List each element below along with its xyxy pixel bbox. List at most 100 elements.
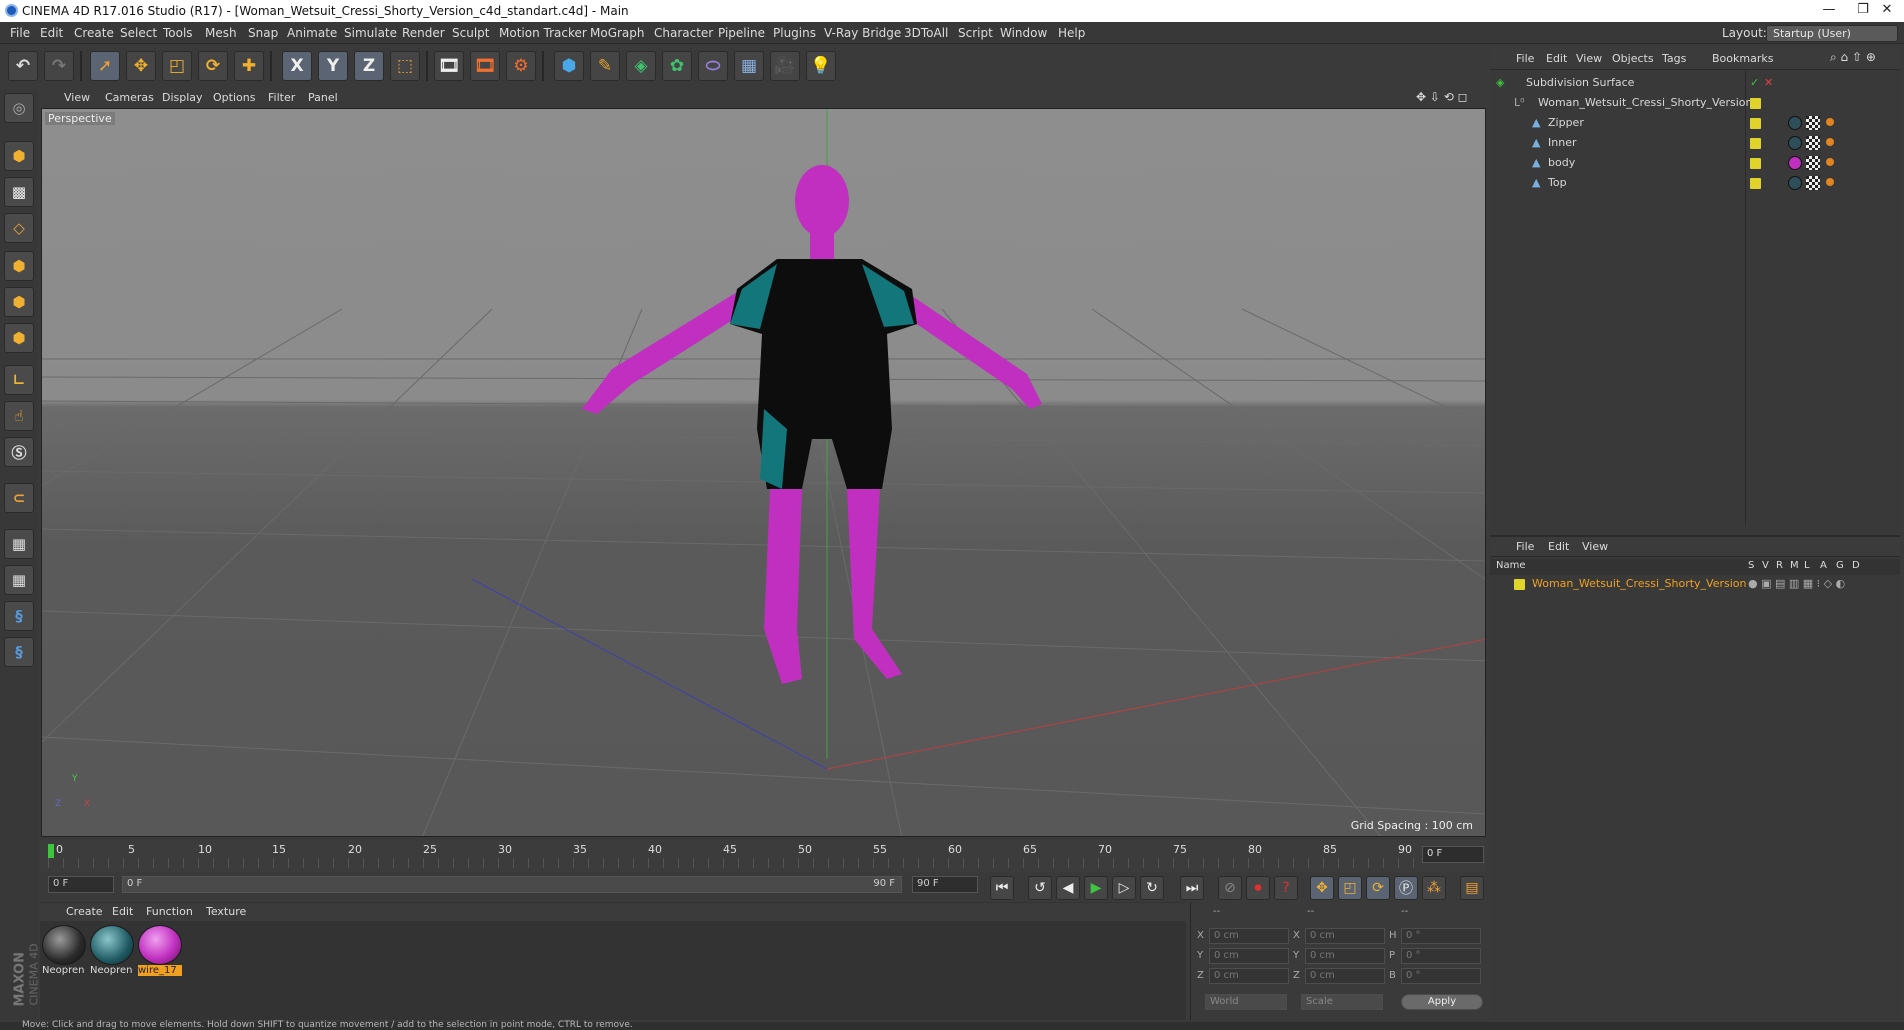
menu-window[interactable]: Window [1000, 26, 1047, 40]
material-swatch-neopren-1[interactable]: Neopren [42, 925, 86, 981]
viewport-menu-display[interactable]: Display [162, 91, 203, 104]
render-view-icon[interactable]: 🎞 [434, 51, 464, 81]
material-tag-icon[interactable] [1788, 176, 1802, 190]
close-button[interactable]: ✕ [1870, 2, 1904, 20]
size-y-field[interactable]: 0 cm [1305, 948, 1385, 964]
position-x-field[interactable]: 0 cm [1209, 928, 1289, 944]
am-menu-file[interactable]: File [1516, 540, 1534, 553]
cube-icon[interactable]: ⬢ [554, 51, 584, 81]
layer-color-swatch[interactable] [1514, 579, 1525, 590]
model-mode-icon[interactable]: ⬢ [4, 141, 34, 171]
polygons-mode-icon[interactable]: ⬢ [4, 323, 34, 353]
menu-script[interactable]: Script [958, 26, 993, 40]
om-search-icon[interactable]: ⌕ ⌂ ⇧ ⊕ [1830, 50, 1876, 65]
layer-color-tag[interactable] [1750, 158, 1761, 169]
material-menu-create[interactable]: Create [66, 905, 103, 918]
python-script-icon[interactable]: § [4, 637, 34, 667]
uvw-tag-icon[interactable] [1806, 136, 1820, 150]
frame-range-slider[interactable]: 0 F 90 F [122, 876, 902, 893]
layer-color-tag[interactable] [1750, 98, 1761, 109]
menu-file[interactable]: File [10, 26, 30, 40]
floor-icon[interactable]: ▦ [734, 51, 764, 81]
menu-vray-bridge[interactable]: V-Ray Bridge [824, 26, 901, 40]
menu-motion-tracker[interactable]: Motion Tracker [499, 26, 587, 40]
om-menu-edit[interactable]: Edit [1546, 52, 1567, 65]
object-row-inner[interactable]: ▲ Inner [1492, 133, 1898, 153]
edges-mode-icon[interactable]: ⬢ [4, 287, 34, 317]
render-settings-icon[interactable]: ⚙ [506, 51, 536, 81]
viewport-menu-filter[interactable]: Filter [268, 91, 295, 104]
end-frame-field[interactable]: 90 F [912, 876, 978, 893]
object-row-body[interactable]: ▲ body [1492, 153, 1898, 173]
material-menu-edit[interactable]: Edit [112, 905, 133, 918]
layout-dropdown[interactable]: Startup (User) [1766, 25, 1898, 42]
phong-tag-icon[interactable] [1826, 158, 1834, 166]
timeline-window-icon[interactable]: ▤ [1460, 876, 1484, 900]
cloner-icon[interactable]: ✿ [662, 51, 692, 81]
pen-spline-icon[interactable]: ✎ [590, 51, 620, 81]
object-row-top[interactable]: ▲ Top [1492, 173, 1898, 193]
rotation-p-field[interactable]: 0 ° [1401, 948, 1481, 964]
go-to-end-icon[interactable]: ⏭ [1180, 876, 1204, 900]
menu-sculpt[interactable]: Sculpt [452, 26, 489, 40]
x-axis-icon[interactable]: X [282, 51, 312, 81]
start-frame-field[interactable]: 0 F [48, 876, 114, 893]
play-icon[interactable]: ▶ [1084, 876, 1108, 900]
menu-simulate[interactable]: Simulate [344, 26, 397, 40]
menu-3dtoall[interactable]: 3DToAll [904, 26, 948, 40]
material-tag-icon[interactable] [1788, 156, 1802, 170]
viewport-nav-icons[interactable]: ✥ ⇩ ⟲ ◻ [1416, 90, 1468, 104]
menu-plugins[interactable]: Plugins [773, 26, 816, 40]
previous-frame-icon[interactable]: ◀ [1056, 876, 1080, 900]
menu-help[interactable]: Help [1058, 26, 1085, 40]
snapping-icon[interactable]: Ⓢ [4, 437, 34, 467]
enabled-check-icon[interactable]: ✓ [1750, 76, 1759, 89]
last-tool-icon[interactable]: ✚ [234, 51, 264, 81]
texture-mode-icon[interactable]: ▩ [4, 177, 34, 207]
position-z-field[interactable]: 0 cm [1209, 968, 1289, 984]
go-to-start-icon[interactable]: ⏮ [990, 876, 1014, 900]
menu-character[interactable]: Character [654, 26, 713, 40]
object-row-subdivision-surface[interactable]: ◈ Subdivision Surface ✓ ✕ [1492, 73, 1898, 93]
z-axis-icon[interactable]: Z [354, 51, 384, 81]
uvw-tag-icon[interactable] [1806, 176, 1820, 190]
workplane-icon[interactable]: ◇ [4, 213, 34, 243]
menu-pipeline[interactable]: Pipeline [718, 26, 765, 40]
viewport-menu-cameras[interactable]: Cameras [105, 91, 154, 104]
apply-button[interactable]: Apply [1401, 994, 1483, 1010]
timeline-playhead[interactable] [48, 844, 54, 858]
camera-icon[interactable]: 🎥 [770, 51, 800, 81]
coord-system-icon[interactable]: ⬚ [390, 51, 420, 81]
material-menu-texture[interactable]: Texture [206, 905, 246, 918]
key-param-icon[interactable]: Ⓟ [1394, 876, 1418, 900]
om-menu-tags[interactable]: Tags [1662, 52, 1686, 65]
menu-render[interactable]: Render [402, 26, 445, 40]
undo-icon[interactable]: ↶ [8, 51, 38, 81]
menu-edit[interactable]: Edit [40, 26, 63, 40]
y-axis-icon[interactable]: Y [318, 51, 348, 81]
material-swatch-wire-17[interactable]: wire_17 [138, 925, 182, 981]
lock-workplane-icon[interactable]: ▦ [4, 529, 34, 559]
tweak-mode-icon[interactable]: ☝ [4, 401, 34, 431]
menu-select[interactable]: Select [120, 26, 157, 40]
position-y-field[interactable]: 0 cm [1209, 948, 1289, 964]
key-position-icon[interactable]: ✥ [1310, 876, 1334, 900]
keyframe-selection-icon[interactable]: ? [1274, 876, 1298, 900]
magnet-icon[interactable]: ⊂ [4, 483, 34, 513]
minimize-button[interactable]: — [1812, 2, 1846, 20]
light-icon[interactable]: 💡 [806, 51, 836, 81]
size-x-field[interactable]: 0 cm [1305, 928, 1385, 944]
phong-tag-icon[interactable] [1826, 118, 1834, 126]
material-swatch-neopren-2[interactable]: Neopren [90, 925, 134, 981]
subdivision-icon[interactable]: ◈ [626, 51, 656, 81]
layer-color-tag[interactable] [1750, 118, 1761, 129]
select-icon[interactable]: ➚ [90, 51, 120, 81]
phong-tag-icon[interactable] [1826, 138, 1834, 146]
om-menu-objects[interactable]: Objects [1612, 52, 1654, 65]
make-editable-icon[interactable]: ◎ [4, 93, 34, 123]
om-menu-bookmarks[interactable]: Bookmarks [1712, 52, 1773, 65]
material-tag-icon[interactable] [1788, 116, 1802, 130]
workplane-grid-icon[interactable]: ▦ [4, 565, 34, 595]
rotation-h-field[interactable]: 0 ° [1401, 928, 1481, 944]
viewport-menu-view[interactable]: View [64, 91, 90, 104]
